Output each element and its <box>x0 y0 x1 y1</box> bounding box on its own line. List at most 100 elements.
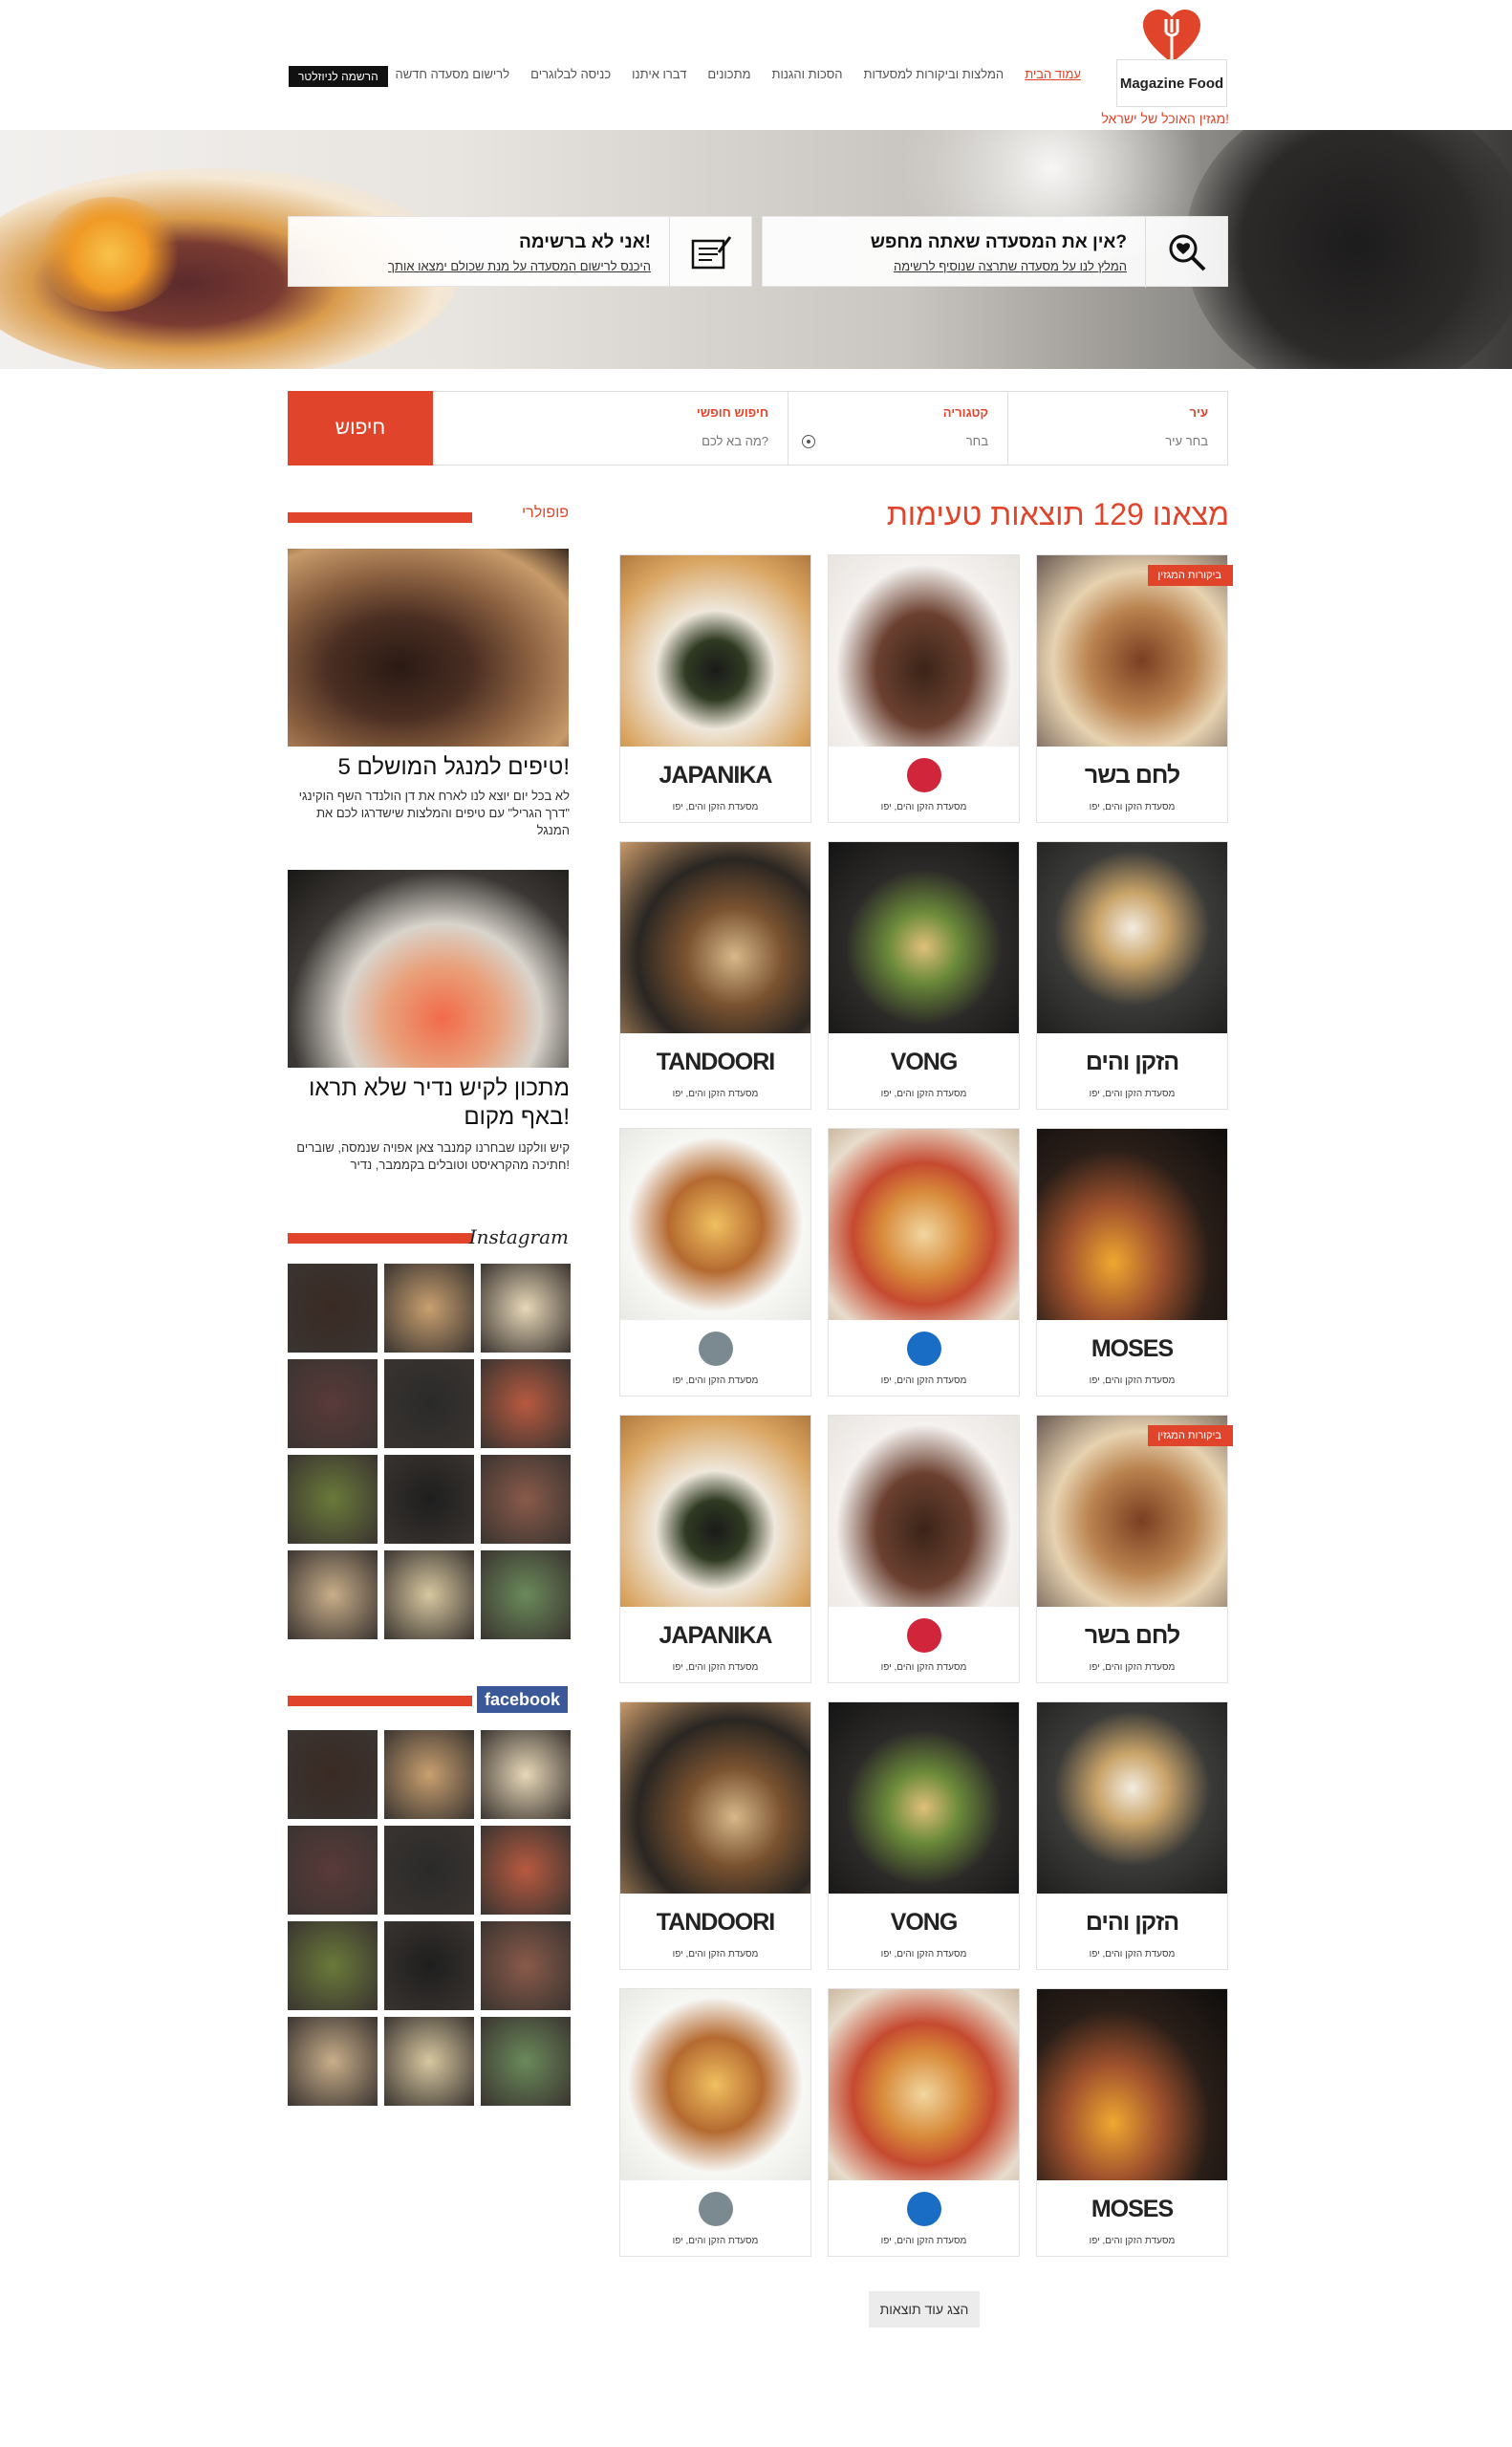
nav-recipes[interactable]: מתכונים <box>697 67 761 81</box>
recommend-link[interactable]: המלץ לנו על מסעדה שתרצה שנוסיף לרשימה <box>894 259 1127 273</box>
social-thumbnail[interactable] <box>288 1455 378 1544</box>
register-link[interactable]: היכנס לרישום המסעדה על מנת שכולם ימצאו א… <box>388 259 651 273</box>
results-title: מצאנו 129 תוצאות טעימות <box>886 497 1229 531</box>
social-thumbnail[interactable] <box>481 1550 571 1639</box>
restaurant-card[interactable]: מסעדת הזקן והים, יפו <box>619 1988 811 2257</box>
nav-contact[interactable]: דברו איתנו <box>621 67 697 81</box>
restaurant-location: מסעדת הזקן והים, יפו <box>672 1375 759 1386</box>
restaurant-image <box>829 555 1019 747</box>
nav-guides[interactable]: הסכות והגנות <box>762 67 853 81</box>
social-thumbnail[interactable] <box>288 1730 378 1819</box>
social-thumbnail[interactable] <box>481 1921 571 2010</box>
social-thumbnail[interactable] <box>384 1455 474 1544</box>
city-select[interactable]: עיר בחר עיר <box>1007 392 1227 465</box>
category-label: קטגוריה <box>942 405 988 420</box>
restaurant-logo <box>829 2188 1019 2230</box>
restaurant-card[interactable]: JAPANIKA מסעדת הזקן והים, יפו <box>619 554 811 823</box>
post-title[interactable]: מתכון לקיש נדיר שלא תראו באף מקום! <box>289 1074 570 1132</box>
hero-banner: אין את המסעדה שאתה מחפש? המלץ לנו על מסע… <box>0 130 1512 369</box>
restaurant-image <box>829 1989 1019 2180</box>
post-image[interactable] <box>288 870 569 1068</box>
social-thumbnail[interactable] <box>384 1264 474 1353</box>
social-thumbnail[interactable] <box>481 1359 571 1448</box>
social-thumbnail[interactable] <box>288 2017 378 2106</box>
social-thumbnail[interactable] <box>481 1826 571 1915</box>
restaurant-card[interactable]: TANDOORI מסעדת הזקן והים, יפו <box>619 841 811 1110</box>
restaurant-logo-icon <box>906 758 941 792</box>
social-thumbnail[interactable] <box>384 1550 474 1639</box>
restaurant-logo: TANDOORI <box>656 1048 775 1075</box>
restaurant-card[interactable]: VONG מסעדת הזקן והים, יפו <box>828 1701 1020 1970</box>
post-image[interactable] <box>288 549 569 747</box>
restaurant-location: מסעדת הזקן והים, יפו <box>672 1662 759 1673</box>
search-heart-icon <box>1145 217 1227 288</box>
social-thumbnail[interactable] <box>288 1264 378 1353</box>
restaurant-logo: TANDOORI <box>656 1908 775 1936</box>
social-thumbnail[interactable] <box>384 1359 474 1448</box>
restaurant-card[interactable]: הזקן והים מסעדת הזקן והים, יפו <box>1036 841 1228 1110</box>
post-description: לא בכל יום יוצא לנו לארח את דן הולנדר הש… <box>298 789 570 837</box>
social-thumbnail[interactable] <box>481 1455 571 1544</box>
category-select[interactable]: קטגוריה בחר <box>788 392 1007 465</box>
restaurant-card[interactable]: ביקורות המגזין לחם בשר מסעדת הזקן והים, יפ… <box>1036 1415 1233 1683</box>
restaurant-card[interactable]: מסעדת הזקן והים, יפו <box>828 1128 1020 1397</box>
nav-register-restaurant[interactable]: לרישום מסעדה חדשה <box>384 67 520 81</box>
logo-text: Magazine Food <box>1116 59 1227 107</box>
recommend-restaurant-card[interactable]: אין את המסעדה שאתה מחפש? המלץ לנו על מסע… <box>762 216 1228 288</box>
restaurant-card[interactable]: VONG מסעדת הזקן והים, יפו <box>828 841 1020 1110</box>
restaurant-card[interactable]: MOSES מסעדת הזקן והים, יפו <box>1036 1128 1228 1397</box>
popular-label: פופולרי <box>521 505 569 521</box>
register-restaurant-card[interactable]: אני לא ברשימה! היכנס לרישום המסעדה על מנ… <box>288 216 752 288</box>
section-bar <box>288 1696 472 1706</box>
hero-bg-shape <box>38 197 182 312</box>
restaurant-card[interactable]: TANDOORI מסעדת הזקן והים, יפו <box>619 1701 811 1970</box>
social-thumbnail[interactable] <box>481 1264 571 1353</box>
restaurant-logo: VONG <box>890 1908 959 1936</box>
social-thumbnail[interactable] <box>384 1921 474 2010</box>
logo-tagline: מגזין האוכל של ישראל! <box>1101 111 1229 126</box>
restaurant-location: מסעדת הזקן והים, יפו <box>880 2236 967 2246</box>
restaurant-card[interactable]: מסעדת הזקן והים, יפו <box>828 1988 1020 2257</box>
restaurant-logo: JAPANIKA <box>659 1621 773 1649</box>
social-thumbnail[interactable] <box>481 1730 571 1819</box>
restaurant-logo: MOSES <box>1091 2195 1174 2222</box>
social-thumbnail[interactable] <box>384 1730 474 1819</box>
page: Magazine Food מגזין האוכל של ישראל! עמוד… <box>0 0 1512 2447</box>
social-thumbnail[interactable] <box>384 1826 474 1915</box>
free-search-input[interactable]: חיפוש חופשי מה בא לכם? <box>432 392 788 465</box>
nav-bloggers[interactable]: כניסה לבלוגרים <box>520 67 621 81</box>
restaurant-location: מסעדת הזקן והים, יפו <box>880 1375 967 1386</box>
restaurant-location: מסעדת הזקן והים, יפו <box>1089 1662 1176 1673</box>
social-thumbnail[interactable] <box>288 1359 378 1448</box>
facebook-label[interactable]: facebook <box>476 1686 568 1713</box>
restaurant-card[interactable]: MOSES מסעדת הזקן והים, יפו <box>1036 1988 1228 2257</box>
social-thumbnail[interactable] <box>288 1550 378 1639</box>
restaurant-location: מסעדת הזקן והים, יפו <box>672 802 759 812</box>
restaurant-card[interactable]: הזקן והים מסעדת הזקן והים, יפו <box>1036 1701 1228 1970</box>
post-title[interactable]: 5 טיפים למנגל המושלם! <box>289 753 570 782</box>
nav-home[interactable]: עמוד הבית <box>1014 67 1091 81</box>
search-button[interactable]: חיפוש <box>288 391 433 466</box>
nav-reviews[interactable]: המלצות וביקורות למסעדות <box>853 67 1014 81</box>
social-thumbnail[interactable] <box>384 2017 474 2106</box>
edit-note-icon <box>669 217 751 288</box>
restaurant-location: מסעדת הזקן והים, יפו <box>1089 1949 1176 1960</box>
site-logo[interactable]: Magazine Food מגזין האוכל של ישראל! <box>1101 10 1229 126</box>
restaurant-image <box>829 842 1019 1033</box>
show-more-button[interactable]: הצג עוד תוצאות <box>869 2291 980 2328</box>
restaurant-card[interactable]: JAPANIKA מסעדת הזקן והים, יפו <box>619 1415 811 1683</box>
social-thumbnail[interactable] <box>288 1921 378 2010</box>
restaurant-logo: JAPANIKA <box>659 761 773 789</box>
restaurant-logo <box>829 1614 1019 1657</box>
restaurant-logo-icon <box>698 2192 733 2226</box>
restaurant-card[interactable]: מסעדת הזקן והים, יפו <box>619 1128 811 1397</box>
restaurant-card[interactable]: מסעדת הזקן והים, יפו <box>828 554 1020 823</box>
restaurant-card[interactable]: מסעדת הזקן והים, יפו <box>828 1415 1020 1683</box>
social-thumbnail[interactable] <box>481 2017 571 2106</box>
social-thumbnail[interactable] <box>288 1826 378 1915</box>
restaurant-card[interactable]: ביקורות המגזין לחם בשר מסעדת הזקן והים, יפ… <box>1036 554 1233 823</box>
hero-bg-shape <box>1185 130 1512 369</box>
newsletter-button[interactable]: הרשמה לניוזלטר <box>289 66 388 87</box>
city-label: עיר <box>1189 405 1208 420</box>
restaurant-location: מסעדת הזקן והים, יפו <box>880 1089 967 1099</box>
